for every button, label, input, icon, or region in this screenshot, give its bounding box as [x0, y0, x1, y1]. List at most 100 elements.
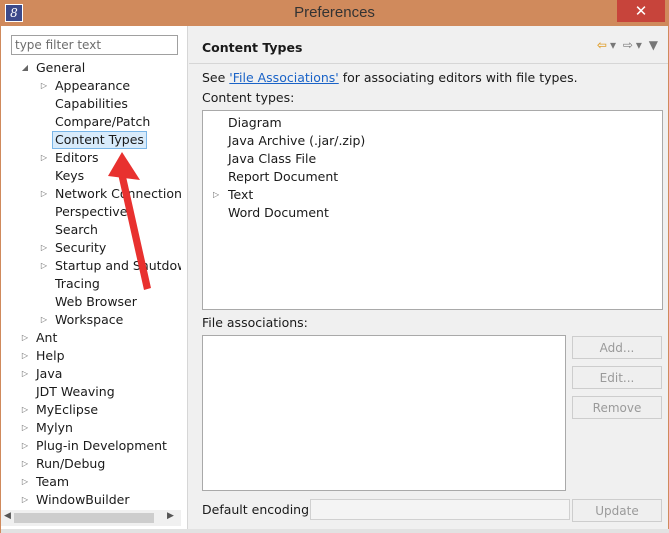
- tree-item-label: Compare/Patch: [55, 114, 151, 129]
- forward-arrow-icon[interactable]: ⇨: [623, 38, 633, 52]
- collapsed-twisty-icon[interactable]: ▷: [20, 329, 30, 347]
- collapsed-twisty-icon[interactable]: ▷: [20, 365, 30, 383]
- collapsed-twisty-icon[interactable]: ▷: [20, 401, 30, 419]
- tree-item-label: Run/Debug: [36, 456, 106, 471]
- tree-item[interactable]: ▷ WindowBuilder: [1, 491, 181, 509]
- tree-item[interactable]: ▷ Appearance: [1, 77, 181, 95]
- tree-item-label: Tracing: [55, 276, 100, 291]
- tree-item[interactable]: ▷ Run/Debug: [1, 455, 181, 473]
- add-button[interactable]: Add...: [572, 336, 662, 359]
- tree-item[interactable]: ▷ Security: [1, 239, 181, 257]
- content-type-item[interactable]: Java Class File: [228, 150, 316, 168]
- tree-item-label: Team: [36, 474, 70, 489]
- tree-item[interactable]: ▷ Mylyn: [1, 419, 181, 437]
- file-associations-label: File associations:: [202, 315, 308, 330]
- collapsed-twisty-icon[interactable]: ▷: [20, 491, 30, 509]
- left-pane: ◢ General ▷ Appearance Capabilities Compare/P…: [1, 26, 188, 529]
- back-arrow-icon[interactable]: ⇦: [597, 38, 607, 52]
- view-menu-icon[interactable]: ▼: [649, 38, 658, 52]
- collapsed-twisty-icon[interactable]: ▷: [20, 419, 30, 437]
- collapsed-twisty-icon[interactable]: ▷: [20, 437, 30, 455]
- content-types-list[interactable]: Diagram Java Archive (.jar/.zip) Java Clas…: [202, 110, 663, 310]
- scroll-left-icon[interactable]: ◀: [4, 511, 11, 521]
- tree-item-label: Search: [55, 222, 98, 237]
- tree-item-label: Plug-in Development: [36, 438, 167, 453]
- scroll-thumb[interactable]: [14, 513, 154, 523]
- preferences-window: ◢ General ▷ Appearance Capabilities Compare/P…: [0, 26, 669, 533]
- collapsed-twisty-icon[interactable]: ▷: [20, 347, 30, 365]
- tree-item[interactable]: Content Types: [1, 131, 181, 149]
- update-button[interactable]: Update: [572, 499, 662, 522]
- expanded-twisty-icon[interactable]: ◢: [20, 59, 30, 77]
- tree-item[interactable]: Tracing: [1, 275, 181, 293]
- tree-item[interactable]: ▷ Editors: [1, 149, 181, 167]
- tree-item[interactable]: Keys: [1, 167, 181, 185]
- collapsed-twisty-icon[interactable]: ▷: [20, 455, 30, 473]
- tree-item[interactable]: ▷ MyEclipse: [1, 401, 181, 419]
- horizontal-scrollbar[interactable]: ◀ ▶: [1, 510, 181, 526]
- tree-item-label: Help: [36, 348, 65, 363]
- back-menu-icon[interactable]: ▾: [610, 38, 616, 52]
- tree-item[interactable]: Search: [1, 221, 181, 239]
- tree-item[interactable]: ▷ Ant: [1, 329, 181, 347]
- tree-item[interactable]: ▷ Team: [1, 473, 181, 491]
- content-type-item[interactable]: Java Archive (.jar/.zip): [228, 132, 365, 150]
- tree-item[interactable]: ▷ Help: [1, 347, 181, 365]
- filter-input[interactable]: [11, 35, 178, 55]
- tree-item-label: Security: [55, 240, 107, 255]
- right-pane: Content Types ⇦ ▾ ⇨ ▾ ▼ See 'File Associat…: [189, 26, 668, 529]
- collapsed-twisty-icon[interactable]: ▷: [20, 473, 30, 491]
- collapsed-twisty-icon[interactable]: ▷: [39, 149, 49, 167]
- collapsed-twisty-icon[interactable]: ▷: [39, 311, 49, 329]
- tree-item[interactable]: JDT Weaving: [1, 383, 181, 401]
- collapsed-twisty-icon[interactable]: ▷: [39, 77, 49, 95]
- content-type-item[interactable]: Diagram: [228, 114, 282, 132]
- tree-item-label: General: [36, 60, 86, 75]
- tree-item-label: Workspace: [55, 312, 124, 327]
- nav-buttons: ⇦ ▾ ⇨ ▾ ▼: [594, 38, 658, 52]
- see-suffix: for associating editors with file types.: [338, 70, 578, 85]
- tree-item-label: Content Types: [52, 131, 147, 149]
- default-encoding-input[interactable]: [310, 499, 570, 520]
- window-title: Preferences: [294, 4, 375, 21]
- remove-button[interactable]: Remove: [572, 396, 662, 419]
- title-bar: 8 Preferences ✕: [0, 0, 669, 26]
- page-title: Content Types: [202, 40, 303, 55]
- tree-item-label: Web Browser: [55, 294, 137, 309]
- content-type-item[interactable]: Report Document: [228, 168, 338, 186]
- tree-item-label: Appearance: [55, 78, 131, 93]
- collapsed-twisty-icon[interactable]: ▷: [39, 239, 49, 257]
- tree-item[interactable]: ▷ Startup and Shutdown: [1, 257, 181, 275]
- file-associations-list[interactable]: [202, 335, 566, 491]
- tree-item[interactable]: ▷ Network Connections: [1, 185, 181, 203]
- tree-item[interactable]: Compare/Patch: [1, 113, 181, 131]
- tree-item[interactable]: Capabilities: [1, 95, 181, 113]
- tree-item[interactable]: ▷ Java: [1, 365, 181, 383]
- see-line: See 'File Associations' for associating …: [202, 70, 578, 85]
- scroll-right-icon[interactable]: ▶: [167, 511, 174, 521]
- close-button[interactable]: ✕: [617, 0, 665, 22]
- tree-item-label: WindowBuilder: [36, 492, 130, 507]
- tree-item-label: Startup and Shutdown: [55, 258, 181, 273]
- collapsed-twisty-icon[interactable]: ▷: [39, 257, 49, 275]
- preferences-tree: ◢ General ▷ Appearance Capabilities Compare/P…: [1, 59, 181, 509]
- bottom-bar: [1, 529, 669, 533]
- edit-button[interactable]: Edit...: [572, 366, 662, 389]
- tree-item[interactable]: ▷ Plug-in Development: [1, 437, 181, 455]
- tree-item-label: Java: [36, 366, 63, 381]
- content-type-item[interactable]: Text: [228, 186, 253, 204]
- file-associations-link[interactable]: 'File Associations': [229, 70, 338, 85]
- tree-item-label: JDT Weaving: [36, 384, 115, 399]
- collapsed-twisty-icon[interactable]: ▷: [213, 186, 219, 204]
- content-type-item[interactable]: Word Document: [228, 204, 329, 222]
- tree-item[interactable]: ▷ Workspace: [1, 311, 181, 329]
- tree-item[interactable]: ◢ General: [1, 59, 181, 77]
- see-prefix: See: [202, 70, 230, 85]
- tree-item-label: Editors: [55, 150, 99, 165]
- collapsed-twisty-icon[interactable]: ▷: [39, 185, 49, 203]
- forward-menu-icon[interactable]: ▾: [636, 38, 642, 52]
- tree-item-label: Mylyn: [36, 420, 73, 435]
- tree-item[interactable]: Perspectives: [1, 203, 181, 221]
- tree-item-label: Keys: [55, 168, 85, 183]
- tree-item[interactable]: Web Browser: [1, 293, 181, 311]
